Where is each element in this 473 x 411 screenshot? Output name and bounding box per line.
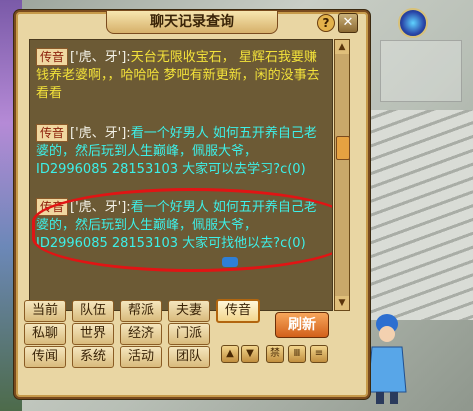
- chat-history-window: 聊天记录查询 ? ✕ 传音 ['虎、牙']:天台无限收宝石， 星辉石我要赚钱养老婆…: [14, 10, 370, 399]
- channel-button-system[interactable]: 系统: [72, 346, 114, 368]
- page-down-icon[interactable]: ▼: [241, 345, 259, 363]
- sender-name[interactable]: ['虎、牙']:: [70, 50, 131, 65]
- sender-name[interactable]: ['虎、牙']:: [70, 126, 131, 141]
- window-title: 聊天记录查询: [106, 10, 278, 34]
- compass-icon[interactable]: [398, 8, 428, 38]
- channel-button-rumor[interactable]: 传闻: [24, 346, 66, 368]
- channel-button-current[interactable]: 当前: [24, 300, 66, 322]
- channel-button-broadcast[interactable]: 传音: [216, 299, 260, 323]
- help-button[interactable]: ?: [317, 14, 335, 32]
- close-button[interactable]: ✕: [338, 13, 358, 33]
- channel-tag: 传音: [36, 48, 69, 66]
- channel-button-economy[interactable]: 经济: [120, 323, 162, 345]
- grid-icon[interactable]: Ⅲ: [288, 345, 306, 363]
- channel-tag: 传音: [36, 124, 69, 142]
- chat-scrollbar[interactable]: ▲ ▼: [334, 39, 350, 311]
- background-tile: [380, 40, 462, 102]
- channel-button-sect[interactable]: 门派: [168, 323, 210, 345]
- channel-button-private[interactable]: 私聊: [24, 323, 66, 345]
- chat-message: 传音 ['虎、牙']:看一个好男人 如何五开养自己老婆的，然后玩到人生巅峰，佩服大…: [36, 124, 328, 179]
- channel-button-team[interactable]: 队伍: [72, 300, 114, 322]
- scroll-down-icon[interactable]: ▼: [335, 296, 349, 310]
- highlight-annotation: [32, 188, 332, 272]
- channel-button-group[interactable]: 团队: [168, 346, 210, 368]
- channel-button-spouse[interactable]: 夫妻: [168, 300, 210, 322]
- chat-log: 传音 ['虎、牙']:天台无限收宝石， 星辉石我要赚钱养老婆啊，，哈哈哈 梦吧有新…: [29, 39, 333, 311]
- channel-button-activity[interactable]: 活动: [120, 346, 162, 368]
- scroll-up-icon[interactable]: ▲: [335, 40, 349, 54]
- channel-button-world[interactable]: 世界: [72, 323, 114, 345]
- chat-message: 传音 ['虎、牙']:天台无限收宝石， 星辉石我要赚钱养老婆啊，，哈哈哈 梦吧有新…: [36, 48, 328, 103]
- refresh-button[interactable]: 刷新: [275, 312, 329, 338]
- scroll-thumb[interactable]: [336, 136, 350, 160]
- background-stairs: [360, 110, 473, 320]
- menu-icon[interactable]: ≡: [310, 345, 328, 363]
- page-up-icon[interactable]: ▲: [221, 345, 239, 363]
- speaker-icon: [222, 257, 238, 267]
- channel-button-guild[interactable]: 帮派: [120, 300, 162, 322]
- ban-button[interactable]: 禁: [266, 345, 284, 363]
